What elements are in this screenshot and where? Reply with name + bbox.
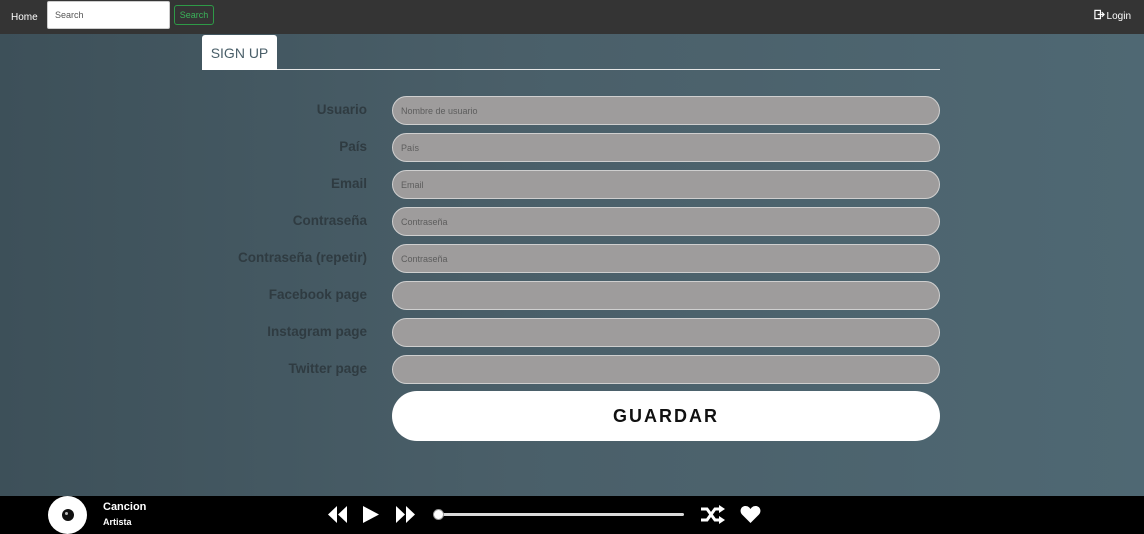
- form-row-email: Email: [0, 170, 1144, 199]
- tab-sign-up[interactable]: SIGN UP: [202, 35, 277, 70]
- tab-divider: [202, 69, 940, 70]
- rewind-icon[interactable]: [327, 505, 348, 524]
- form-row-usuario: Usuario: [0, 96, 1144, 125]
- form-row-pais: País: [0, 133, 1144, 162]
- instagram-label: Instagram page: [267, 324, 367, 339]
- twitter-label: Twitter page: [288, 361, 367, 376]
- facebook-input[interactable]: [392, 281, 940, 310]
- pais-label: País: [339, 139, 367, 154]
- facebook-label: Facebook page: [268, 287, 367, 302]
- search-button[interactable]: Search: [174, 5, 214, 25]
- usuario-input[interactable]: [392, 96, 940, 125]
- heart-icon[interactable]: [740, 505, 761, 524]
- form-row-contrasena-repetir: Contraseña (repetir): [0, 244, 1144, 273]
- fast-forward-icon[interactable]: [395, 505, 416, 524]
- disc-icon: [48, 496, 87, 534]
- song-title: Cancion: [103, 501, 147, 513]
- top-navbar: Home Search Login: [0, 0, 1144, 34]
- twitter-input[interactable]: [392, 355, 940, 384]
- login-link[interactable]: Login: [1093, 9, 1131, 23]
- save-button[interactable]: GUARDAR: [392, 391, 940, 441]
- contrasena-input[interactable]: [392, 207, 940, 236]
- music-player-bar: Cancion Artista: [0, 496, 1144, 534]
- shuffle-icon[interactable]: [700, 504, 726, 525]
- form-row-twitter: Twitter page: [0, 355, 1144, 384]
- form-row-instagram: Instagram page: [0, 318, 1144, 347]
- nav-home-link[interactable]: Home: [11, 12, 38, 23]
- usuario-label: Usuario: [316, 102, 367, 117]
- contrasena-repetir-input[interactable]: [392, 244, 940, 273]
- form-row-facebook: Facebook page: [0, 281, 1144, 310]
- contrasena-label: Contraseña: [292, 213, 367, 228]
- progress-track[interactable]: [438, 513, 684, 516]
- login-icon: [1093, 9, 1105, 23]
- search-input[interactable]: [47, 1, 170, 29]
- email-input[interactable]: [392, 170, 940, 199]
- instagram-input[interactable]: [392, 318, 940, 347]
- artist-name: Artista: [103, 517, 132, 527]
- progress-handle[interactable]: [433, 509, 444, 520]
- email-label: Email: [330, 176, 367, 191]
- login-label: Login: [1106, 10, 1131, 22]
- form-row-contrasena: Contraseña: [0, 207, 1144, 236]
- play-icon[interactable]: [362, 505, 380, 524]
- pais-input[interactable]: [392, 133, 940, 162]
- contrasena-repetir-label: Contraseña (repetir): [237, 250, 367, 265]
